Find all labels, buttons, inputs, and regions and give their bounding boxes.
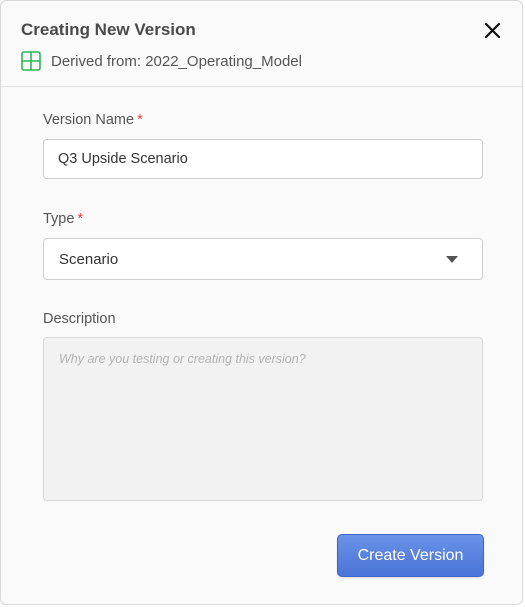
dialog-title: Creating New Version [21,20,196,39]
description-label-text: Description [43,311,116,327]
dialog-header: Creating New Version Derived from: 2022_… [1,1,522,87]
required-marker: * [77,211,84,227]
close-icon[interactable] [481,19,505,43]
description-label: Description [43,311,116,327]
type-select[interactable]: Scenario [43,238,483,280]
version-name-label-text: Version Name [43,112,135,128]
description-textarea[interactable] [43,337,483,501]
spreadsheet-grid-icon [21,51,41,71]
create-version-dialog: Creating New Version Derived from: 2022_… [0,0,523,605]
derived-from-row: Derived from: 2022_Operating_Model [21,51,302,71]
type-label: Type * [43,211,83,227]
derived-from-text: Derived from: 2022_Operating_Model [51,52,302,70]
required-marker: * [137,112,143,128]
version-name-input[interactable] [43,139,483,179]
chevron-down-icon [446,256,458,263]
version-name-label: Version Name * [43,112,143,128]
type-label-text: Type [43,211,75,227]
create-version-button[interactable]: Create Version [337,534,484,577]
type-selected-value: Scenario [59,250,119,268]
